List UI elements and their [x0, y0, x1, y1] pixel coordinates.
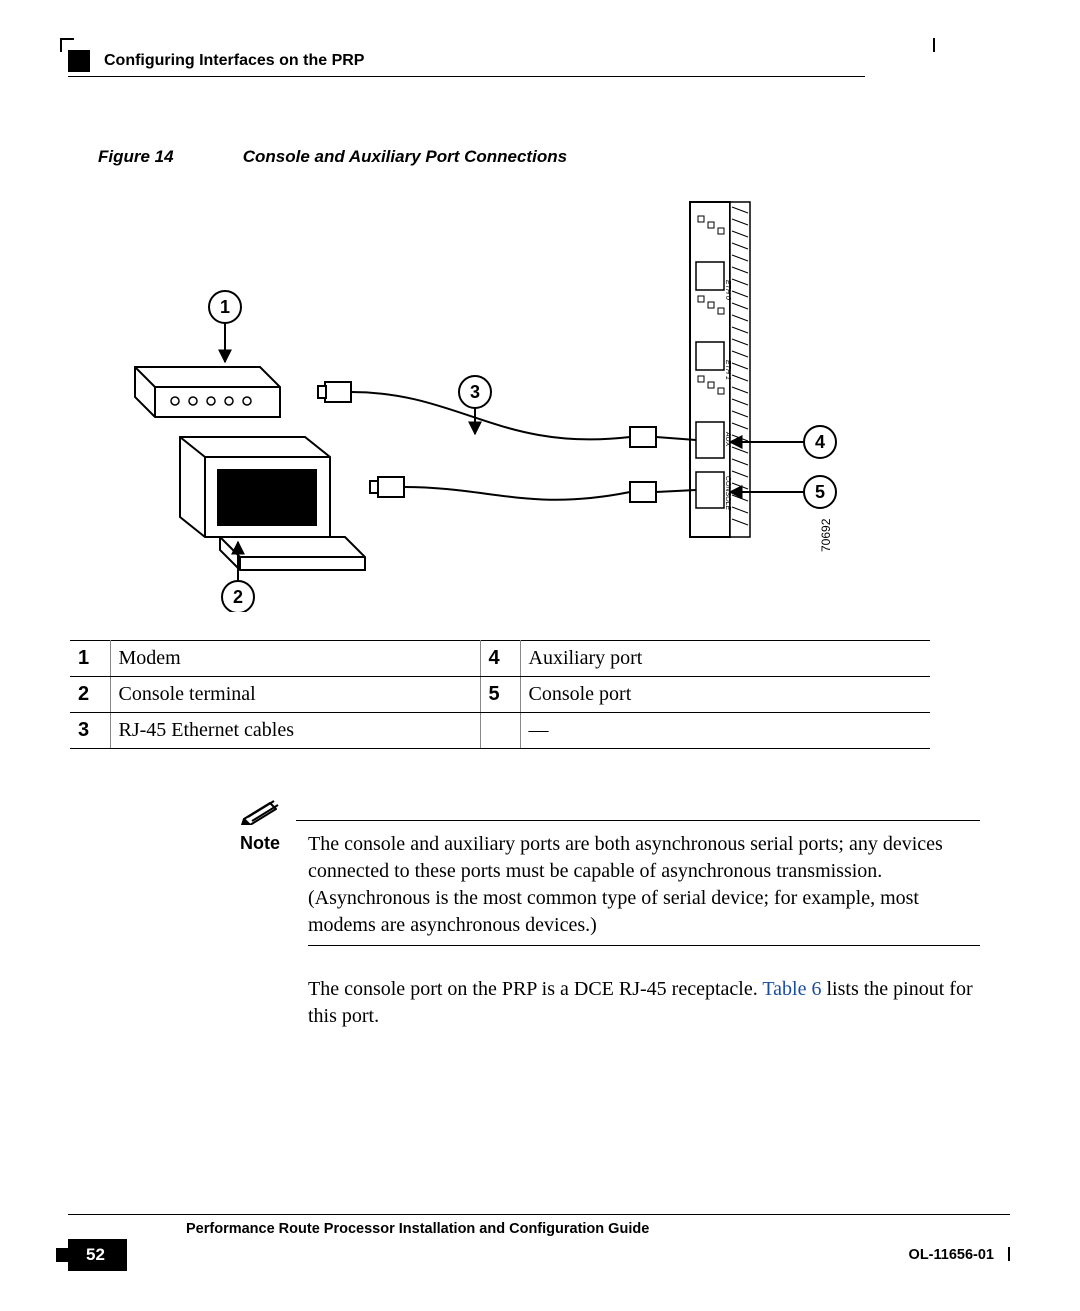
note-text: The console and auxiliary ports are both…	[308, 831, 980, 946]
legend-desc: —	[520, 713, 930, 749]
table-row: 3 RJ-45 Ethernet cables —	[70, 713, 930, 749]
legend-desc: Modem	[110, 641, 480, 677]
figure-caption-text: Console and Auxiliary Port Connections	[243, 147, 567, 166]
port-label-eth1: ETH 1	[724, 360, 731, 380]
footer-rule	[68, 1214, 1010, 1215]
legend-num: 3	[70, 713, 110, 749]
callout-4: 4	[815, 432, 825, 452]
footer-bar-icon	[1008, 1247, 1010, 1261]
section-title: Configuring Interfaces on the PRP	[104, 52, 364, 70]
body-paragraph: The console port on the PRP is a DCE RJ-…	[308, 976, 980, 1030]
note-label: Note	[240, 831, 288, 946]
callout-2: 2	[233, 587, 243, 607]
crop-mark-top-left	[60, 38, 74, 52]
callout-3: 3	[470, 382, 480, 402]
para-text-pre: The console port on the PRP is a DCE RJ-…	[308, 978, 762, 1000]
doc-id: OL-11656-01	[909, 1247, 994, 1263]
footer-doc-title: Performance Route Processor Installation…	[186, 1221, 1010, 1237]
legend-desc: Auxiliary port	[520, 641, 930, 677]
legend-num: 2	[70, 677, 110, 713]
port-label-console: CONSOLE	[724, 476, 731, 511]
header-rule	[68, 76, 865, 77]
page-header: Configuring Interfaces on the PRP	[68, 50, 1020, 72]
legend-desc: RJ-45 Ethernet cables	[110, 713, 480, 749]
legend-num: 4	[480, 641, 520, 677]
table-row: 2 Console terminal 5 Console port	[70, 677, 930, 713]
figure-id: 70692	[819, 518, 833, 552]
header-marker-icon	[68, 50, 90, 72]
page-number-badge: 52	[68, 1239, 127, 1271]
note-top-rule	[296, 820, 980, 821]
figure-caption: Figure 14 Console and Auxiliary Port Con…	[98, 147, 1020, 167]
callout-5: 5	[815, 482, 825, 502]
figure-diagram: ETH 0 ETH 1 AUX CONSOLE 1 2 3 4 5 70692	[130, 192, 840, 612]
crop-mark-top-right	[933, 38, 935, 52]
legend-num: 5	[480, 677, 520, 713]
legend-desc: Console terminal	[110, 677, 480, 713]
page-footer: Performance Route Processor Installation…	[68, 1214, 1010, 1271]
port-label-aux: AUX	[724, 431, 731, 447]
figure-number: Figure 14	[98, 147, 238, 167]
table-6-link[interactable]: Table 6	[762, 978, 821, 1000]
figure-legend-table: 1 Modem 4 Auxiliary port 2 Console termi…	[70, 640, 930, 749]
note-block: Note The console and auxiliary ports are…	[240, 797, 980, 946]
legend-num: 1	[70, 641, 110, 677]
legend-desc: Console port	[520, 677, 930, 713]
pencil-icon	[240, 797, 282, 825]
legend-num	[480, 713, 520, 749]
callout-1: 1	[220, 297, 230, 317]
port-label-eth0: ETH 0	[724, 280, 731, 300]
table-row: 1 Modem 4 Auxiliary port	[70, 641, 930, 677]
